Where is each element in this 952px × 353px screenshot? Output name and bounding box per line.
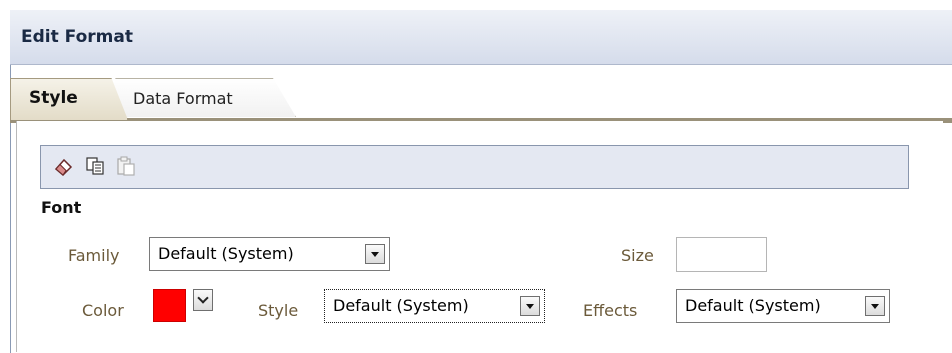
effects-select[interactable]: Default (System) <box>676 289 890 323</box>
dialog-title: Edit Format <box>21 27 133 47</box>
family-label: Family <box>68 246 120 265</box>
color-label: Color <box>82 301 124 320</box>
style-dropdown-icon[interactable] <box>520 296 540 316</box>
family-select[interactable]: Default (System) <box>149 237 390 271</box>
format-toolbar <box>40 145 909 189</box>
tab-style[interactable]: Style <box>10 78 128 120</box>
copy-icon[interactable] <box>85 156 107 176</box>
dialog-titlebar: Edit Format <box>10 10 952 65</box>
family-value: Default (System) <box>158 244 294 263</box>
color-swatch[interactable] <box>153 289 186 322</box>
style-select[interactable]: Default (System) <box>324 289 545 323</box>
tab-data-format-label: Data Format <box>133 89 233 108</box>
tab-data-format[interactable]: Data Format <box>104 78 296 117</box>
style-label: Style <box>258 301 299 320</box>
tab-style-label: Style <box>29 88 78 108</box>
paste-icon[interactable] <box>115 156 137 176</box>
style-value: Default (System) <box>333 296 469 315</box>
font-section-label: Font <box>41 198 82 217</box>
eraser-icon[interactable] <box>53 156 75 177</box>
family-dropdown-icon[interactable] <box>365 244 385 264</box>
size-input[interactable] <box>676 237 767 272</box>
effects-dropdown-icon[interactable] <box>865 296 885 316</box>
effects-value: Default (System) <box>685 296 821 315</box>
color-dropdown-icon[interactable] <box>193 289 213 311</box>
effects-label: Effects <box>583 301 638 320</box>
size-label: Size <box>621 246 654 265</box>
